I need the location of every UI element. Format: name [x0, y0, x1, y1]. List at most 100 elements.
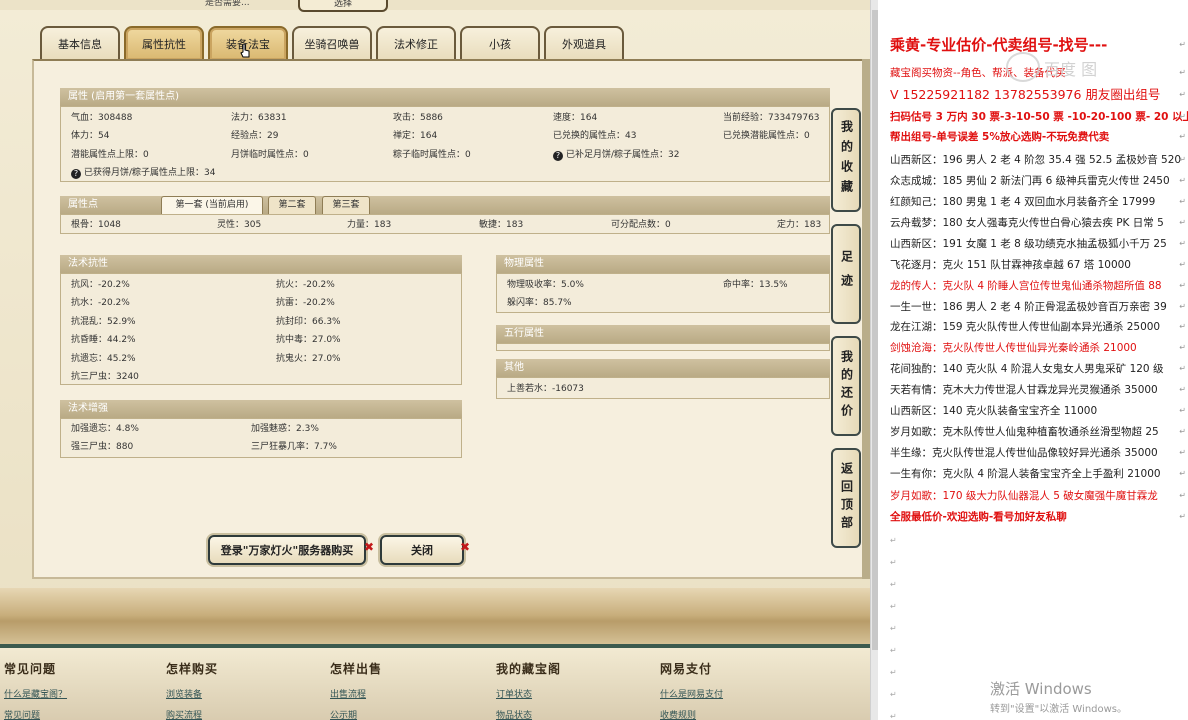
footer-title: 常见问题: [4, 662, 57, 676]
document-line: 岁月如歌：克木队传世人仙鬼种植畜牧通杀丝滑型物超 25: [890, 426, 1159, 438]
attr-free-points: 可分配点数：0: [611, 220, 671, 230]
footer-link[interactable]: 物品状态: [496, 708, 561, 720]
my-counteroffers-button[interactable]: 我的还价: [831, 336, 861, 436]
top-select-button[interactable]: 选择: [298, 0, 388, 12]
boost-charm: 加强魅惑：2.3%: [251, 424, 319, 434]
attr-strength: 力量：183: [347, 220, 392, 230]
buy-on-server-button[interactable]: 登录"万家灯火"服务器购买: [208, 535, 366, 565]
document-line: 云舟载梦：180 女人强毒克火传世白骨心猿去疾 PK 日常 5: [890, 217, 1164, 229]
back-to-top-button[interactable]: 返回顶部: [831, 448, 861, 548]
paragraph-mark-icon: ↵: [1179, 68, 1186, 77]
footer-link[interactable]: 收费规则: [660, 708, 723, 720]
wood-decoration: [0, 588, 870, 648]
attr-stamina: 体力：54: [71, 131, 110, 141]
tab-spell-correction[interactable]: 法术修正: [376, 26, 456, 60]
footer-col-buy: 怎样购买 浏览装备 购买流程: [166, 660, 218, 720]
text-document: 乘黄-专业估价-代卖组号-找号--- ↵ 藏宝阁买物资--角色、帮派、装备代买 ↵ V …: [878, 0, 1188, 720]
footer-link[interactable]: 什么是网易支付: [660, 687, 723, 700]
panel-edge: [862, 59, 870, 579]
resist-fire: 抗火：-20.2%: [276, 280, 335, 290]
footer-link[interactable]: 浏览装备: [166, 687, 218, 700]
attr-speed: 速度：164: [553, 113, 598, 123]
tab-set-2[interactable]: 第二套: [268, 196, 316, 214]
close-x-icon: ✖: [460, 540, 471, 554]
my-favorites-button[interactable]: 我的收藏: [831, 108, 861, 212]
attr-points-cap: ? 已获得月饼/粽子属性点上限：34: [71, 167, 216, 179]
phys-hit: 命中率：13.5%: [723, 280, 788, 290]
document-line: 龙在江湖：159 克火队传世人传世仙副本异光通杀 25000: [890, 321, 1161, 333]
close-x-icon: ✖: [364, 540, 375, 554]
document-line: 一生有你：克火队 4 阶混人装备宝宝齐全上手盈利 21000: [890, 468, 1161, 480]
paragraph-mark-icon: ↵: [890, 558, 897, 567]
attr-hp: 气血：308488: [71, 113, 133, 123]
footer-link[interactable]: 购买流程: [166, 708, 218, 720]
attr-potential-cap: 潜能属性点上限：0: [71, 150, 149, 160]
document-line: 全服最低价-欢迎选购-看号加好友私聊: [890, 511, 1067, 523]
attr-exp: 当前经验：733479763: [723, 113, 820, 123]
document-line: 山西新区：140 克火队装备宝宝齐全 11000: [890, 405, 1098, 417]
paragraph-mark-icon: ↵: [1179, 239, 1186, 248]
tab-attributes[interactable]: 属性抗性: [124, 26, 204, 60]
boost-rage-chance: 三尸狂暴几率：7.7%: [251, 442, 337, 452]
footer-link[interactable]: 常见问题: [4, 708, 67, 720]
footer-link[interactable]: 公示期: [330, 708, 382, 720]
paragraph-mark-icon: ↵: [1179, 322, 1186, 331]
paragraph-mark-icon: ↵: [1179, 448, 1186, 457]
attr-attack: 攻击：5886: [393, 113, 443, 123]
document-line: 山西新区：191 女魔 1 老 8 级功绩克水抽孟极狐小千万 25: [890, 238, 1167, 250]
paragraph-mark-icon: ↵: [1179, 491, 1186, 500]
attr-mooncake-temp: 月饼临时属性点：0: [231, 150, 309, 160]
paragraph-mark-icon: ↵: [1179, 385, 1186, 394]
tab-set-1[interactable]: 第一套 (当前启用): [161, 196, 263, 214]
magic-boost-header: 法术增强: [60, 400, 462, 418]
tab-basic-info[interactable]: 基本信息: [40, 26, 120, 60]
resist-thunder: 抗雷：-20.2%: [276, 298, 335, 308]
activate-windows-title: 激活 Windows: [990, 680, 1092, 698]
document-line: 飞花逐月：克火 151 队甘霖神孩卓越 67 塔 10000: [890, 259, 1131, 271]
footer-link[interactable]: 什么是藏宝阁？: [4, 687, 67, 700]
paragraph-mark-icon: ↵: [1179, 90, 1186, 99]
physical-header: 物理属性: [496, 255, 830, 273]
paragraph-mark-icon: ↵: [1179, 469, 1186, 478]
paragraph-mark-icon: ↵: [1179, 197, 1186, 206]
footer-title: 怎样出售: [330, 662, 383, 676]
tab-set-3[interactable]: 第三套: [322, 196, 370, 214]
help-icon[interactable]: ?: [553, 151, 563, 161]
paragraph-mark-icon: ↵: [1179, 218, 1186, 227]
document-line: 龙的传人：克火队 4 阶睡人宫位传世鬼仙通杀物超所值 88: [890, 280, 1162, 292]
resist-wind: 抗风：-20.2%: [71, 280, 130, 290]
help-icon[interactable]: ?: [71, 169, 81, 179]
paragraph-mark-icon: ↵: [890, 536, 897, 545]
tab-mounts-pets[interactable]: 坐骑召唤兽: [292, 26, 372, 60]
footer-link[interactable]: 订单状态: [496, 687, 561, 700]
magic-resist-header: 法术抗性: [60, 255, 462, 273]
mouse-pointer-icon: [240, 44, 250, 58]
paragraph-mark-icon: ↵: [890, 646, 897, 655]
vertical-scrollbar[interactable]: [870, 0, 878, 720]
attr-endurance: 定力：183: [777, 220, 822, 230]
other-header: 其他: [496, 359, 830, 377]
physical-box: 物理吸收率：5.0% 命中率：13.5% 躲闪率：85.7%: [496, 273, 830, 313]
document-line: 众志成城：185 男仙 2 新法门再 6 级神兵雷克火传世 2450: [890, 175, 1170, 187]
footer-col-faq: 常见问题 什么是藏宝阁？ 常见问题: [4, 660, 67, 720]
tab-children[interactable]: 小孩: [460, 26, 540, 60]
paragraph-mark-icon: ↵: [1179, 512, 1186, 521]
paragraph-mark-icon: ↵: [890, 712, 897, 720]
document-line: 乘黄-专业估价-代卖组号-找号---: [890, 36, 1108, 54]
attr-exchanged-points: 已兑换的属性点：43: [553, 131, 637, 141]
attr-constitution: 根骨：1048: [71, 220, 121, 230]
resist-ghostfire: 抗鬼火：27.0%: [276, 354, 341, 364]
document-line: 岁月如歌：170 级大力队仙器混人 5 破女魔强牛魔甘霖龙: [890, 490, 1158, 502]
footer-link[interactable]: 出售流程: [330, 687, 382, 700]
boost-corpse-worm: 强三尸虫：880: [71, 442, 134, 452]
other-box: 上善若水：-16073: [496, 377, 830, 399]
document-line: 天若有情：克木大力传世混人甘霖龙异光灵猴通杀 35000: [890, 384, 1158, 396]
tab-appearance[interactable]: 外观道具: [544, 26, 624, 60]
paragraph-mark-icon: ↵: [1179, 406, 1186, 415]
attributes-header: 属性 (启用第一套属性点): [60, 88, 830, 106]
close-button[interactable]: 关闭: [380, 535, 464, 565]
document-line: 花间独酌：140 克火队 4 阶混人女鬼女人男鬼采矿 120 级: [890, 363, 1164, 375]
resist-sleep: 抗昏睡：44.2%: [71, 335, 136, 345]
footprint-button[interactable]: 足迹: [831, 224, 861, 324]
paragraph-mark-icon: ↵: [1179, 260, 1186, 269]
